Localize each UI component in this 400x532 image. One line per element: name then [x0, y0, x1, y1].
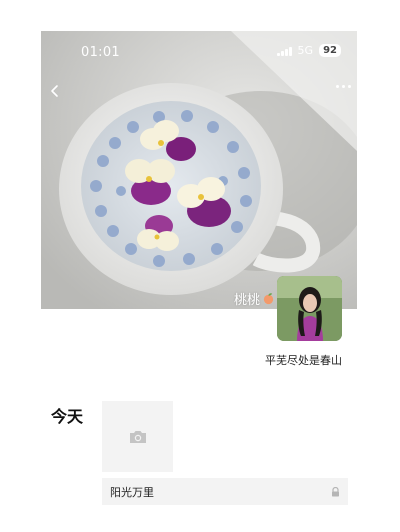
avatar-image: [277, 276, 342, 341]
signal-icon: [277, 46, 292, 56]
more-icon[interactable]: [336, 85, 351, 88]
cover-photo-image: [41, 31, 357, 309]
battery-badge: 92: [319, 44, 341, 57]
post-placeholder[interactable]: [102, 401, 173, 472]
post-text: 阳光万里: [110, 485, 154, 499]
network-label: 5G: [297, 44, 314, 57]
profile-nickname[interactable]: 桃桃: [234, 289, 275, 308]
nickname-text: 桃桃: [233, 293, 260, 308]
back-icon[interactable]: [47, 83, 63, 99]
avatar[interactable]: [277, 276, 342, 341]
lock-icon: [332, 486, 339, 496]
peach-icon: [263, 293, 274, 305]
profile-signature: 平芜尽处是春山: [265, 354, 342, 367]
camera-icon: [129, 430, 146, 443]
day-label: 今天: [51, 407, 84, 426]
moments-profile-page: 01:01 5G 92 桃桃 平芜尽处是春山 今天 阳光万里: [0, 0, 400, 532]
status-indicators: 5G 92: [277, 44, 341, 57]
status-time: 01:01: [81, 45, 120, 60]
text-post[interactable]: 阳光万里: [102, 478, 348, 505]
cover-photo[interactable]: 01:01 5G 92 桃桃: [41, 31, 357, 309]
